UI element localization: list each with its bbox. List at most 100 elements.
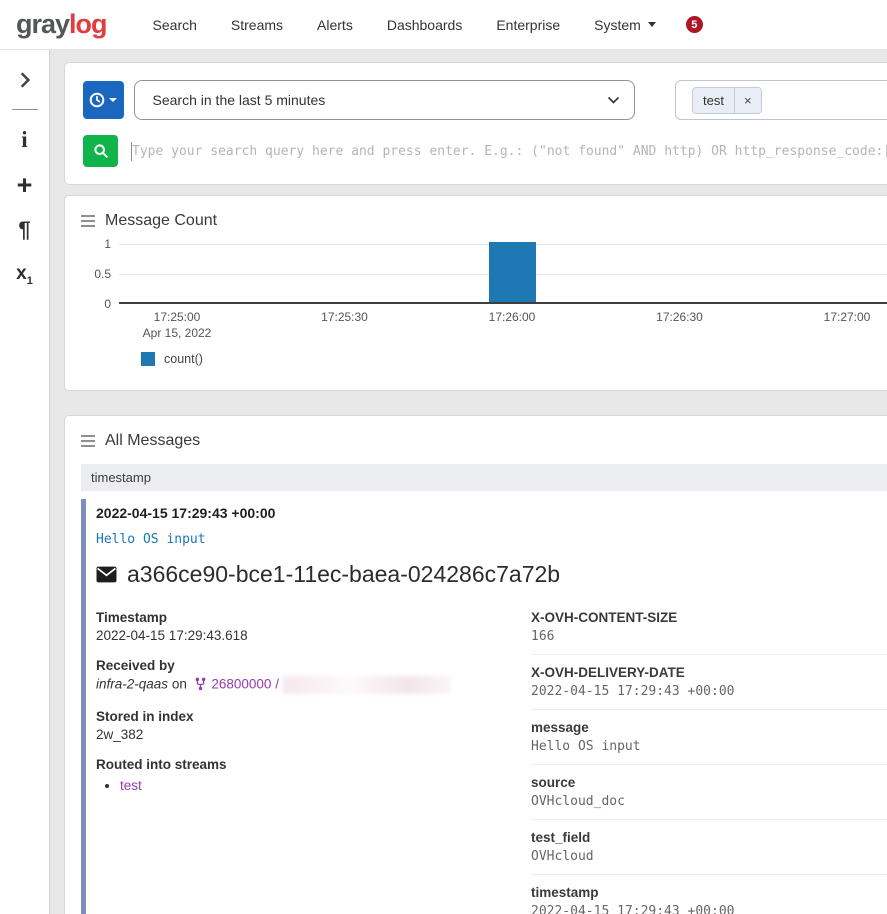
graylog-logo[interactable]: graylog [16, 9, 107, 40]
stored-index-label: Stored in index [96, 709, 531, 724]
x-axis-tick: 17:26:30 [656, 310, 703, 324]
field-value: 2022-04-15 17:29:43 +00:00 [531, 684, 887, 699]
sidebar-fields-button[interactable]: x1 [7, 257, 43, 293]
message-id[interactable]: a366ce90-bce1-11ec-baea-024286c7a72b [127, 561, 560, 588]
sidebar-formatting-button[interactable]: ¶ [7, 212, 43, 248]
stream-chip-label: test [693, 88, 734, 113]
routed-streams-label: Routed into streams [96, 757, 531, 772]
timerange-config-button[interactable] [83, 81, 124, 119]
field-name[interactable]: message [531, 720, 887, 735]
logo-text-log: log [69, 9, 107, 39]
nav-item-dashboards[interactable]: Dashboards [387, 17, 463, 33]
routed-streams-list: test [120, 778, 531, 793]
timestamp-value: 2022-04-15 17:29:43.618 [96, 628, 531, 643]
sidebar-description-button[interactable]: i [7, 122, 43, 158]
widget-drag-handle-icon[interactable] [81, 215, 95, 227]
subscript-x1-icon: x1 [16, 263, 33, 287]
message-field-row: source OVHcloud_doc [531, 775, 887, 820]
pilcrow-icon: ¶ [18, 217, 30, 243]
field-value: 2022-04-15 17:29:43 +00:00 [531, 904, 887, 914]
timestamp-label: Timestamp [96, 610, 531, 625]
input-link[interactable]: 26800000 / [211, 677, 279, 692]
received-on-text: on [172, 677, 187, 692]
top-navbar: graylog Search Streams Alerts Dashboards… [0, 0, 887, 50]
nav-item-enterprise[interactable]: Enterprise [496, 17, 560, 33]
stream-chip-remove-button[interactable]: × [734, 88, 761, 113]
message-field-row: X-OVH-CONTENT-SIZE 166 [531, 610, 887, 655]
search-icon [93, 143, 109, 159]
x-axis-tick: 17:25:30 [321, 310, 368, 324]
sidebar-expand-button[interactable] [7, 62, 43, 98]
nav-item-alerts[interactable]: Alerts [317, 17, 353, 33]
search-submit-button[interactable] [83, 135, 118, 167]
nav-menu: Search Streams Alerts Dashboards Enterpr… [153, 17, 656, 33]
message-metadata: Timestamp 2022-04-15 17:29:43.618 Receiv… [96, 610, 531, 914]
nav-item-search[interactable]: Search [153, 17, 197, 33]
legend-label[interactable]: count() [164, 352, 203, 366]
y-axis-tick: 1 [81, 238, 111, 250]
sidebar-divider [12, 109, 38, 110]
field-name[interactable]: timestamp [531, 885, 887, 900]
field-value: OVHcloud [531, 849, 887, 864]
chevron-right-icon [19, 71, 31, 89]
message-fields: X-OVH-CONTENT-SIZE 166 X-OVH-DELIVERY-DATE… [531, 610, 887, 914]
nav-item-system[interactable]: System [594, 17, 656, 33]
message-field-row: test_field OVHcloud [531, 830, 887, 875]
timerange-selected-option: Search in the last 5 minutes [153, 92, 326, 108]
field-name[interactable]: source [531, 775, 887, 790]
widget-title: Message Count [105, 212, 217, 230]
chart-y-labels: 10.50 [81, 244, 117, 304]
field-name[interactable]: test_field [531, 830, 887, 845]
message-timestamp: 2022-04-15 17:29:43 +00:00 [96, 505, 887, 521]
field-value: Hello OS input [531, 739, 887, 754]
x-axis-tick: 17:26:00 [489, 310, 536, 324]
stream-chip: test × [692, 87, 762, 114]
message-preview: Hello OS input [96, 532, 887, 547]
field-value: OVHcloud_doc [531, 794, 887, 809]
field-name[interactable]: X-OVH-CONTENT-SIZE [531, 610, 887, 625]
message-field-row: X-OVH-DELIVERY-DATE 2022-04-15 17:29:43 +… [531, 665, 887, 710]
stream-filter-input[interactable]: test × [675, 80, 887, 120]
field-value: 166 [531, 629, 887, 644]
chart-bar [489, 242, 536, 302]
y-axis-tick: 0.5 [81, 268, 111, 280]
logo-text-gray: gray [16, 9, 69, 39]
x-axis-tick: 17:27:00 [824, 310, 871, 324]
chevron-down-icon [648, 22, 656, 27]
main-content: Search in the last 5 minutes test × [50, 50, 887, 914]
legend-swatch [141, 352, 155, 366]
stream-link[interactable]: test [120, 778, 142, 793]
chart-legend: count() [141, 352, 203, 366]
sidebar-create-button[interactable]: + [7, 167, 43, 203]
widget-drag-handle-icon[interactable] [81, 435, 95, 447]
search-query-input[interactable] [132, 136, 887, 166]
stored-index-value: 2w_382 [96, 727, 531, 742]
plus-icon: + [17, 172, 33, 199]
message-field-row: message Hello OS input [531, 720, 887, 765]
timerange-select[interactable]: Search in the last 5 minutes [134, 80, 635, 120]
info-icon: i [21, 127, 27, 153]
select-chevron-icon [607, 96, 620, 105]
stream-list-item: test [120, 778, 531, 793]
message-row[interactable]: 2022-04-15 17:29:43 +00:00 Hello OS inpu… [81, 499, 887, 914]
messages-column-header-timestamp[interactable]: timestamp [81, 464, 887, 491]
search-bar-panel: Search in the last 5 minutes test × [64, 62, 887, 185]
widget-title: All Messages [105, 432, 200, 450]
redacted-input-name [283, 676, 451, 694]
code-fork-icon [195, 677, 206, 691]
left-sidebar: i + ¶ x1 [0, 50, 50, 914]
envelope-icon [96, 566, 117, 583]
all-messages-widget: All Messages timestamp 2022-04-15 17:29:… [64, 415, 887, 914]
node-name: infra-2-qaas [96, 677, 168, 692]
notification-badge[interactable]: 5 [686, 16, 703, 33]
y-axis-tick: 0 [81, 298, 111, 310]
message-count-chart: 10.50 count() 17:25:0017:25:3017:26:0017… [81, 244, 887, 384]
message-field-row: timestamp 2022-04-15 17:29:43 +00:00 [531, 885, 887, 914]
system-label: System [594, 17, 641, 33]
x-axis-date-label: Apr 15, 2022 [143, 326, 212, 340]
chevron-down-icon [109, 98, 117, 102]
clock-icon [89, 92, 105, 108]
nav-item-streams[interactable]: Streams [231, 17, 283, 33]
chart-plot-area[interactable] [119, 244, 887, 304]
field-name[interactable]: X-OVH-DELIVERY-DATE [531, 665, 887, 680]
